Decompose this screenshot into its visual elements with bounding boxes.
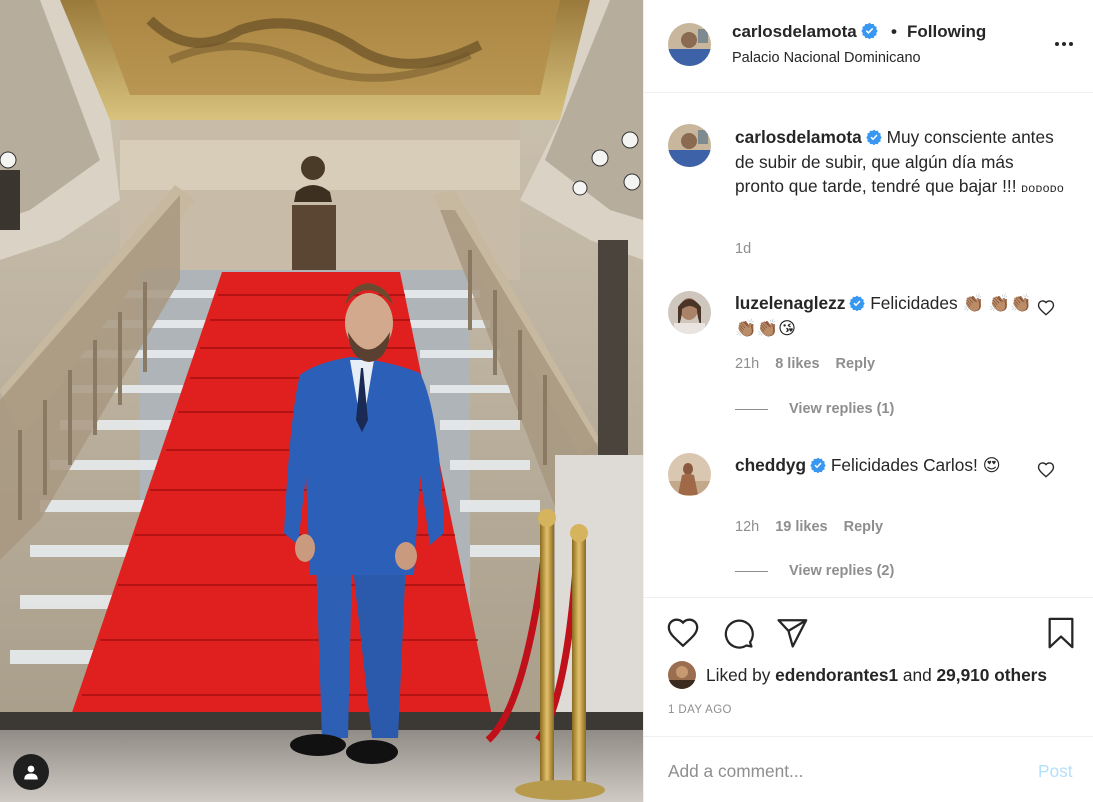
view-replies-button[interactable]: View replies (1) — [735, 401, 894, 417]
comment-composer: Post — [644, 736, 1093, 802]
liked-by-middle: and — [898, 664, 937, 685]
heart-icon[interactable] — [666, 616, 700, 650]
more-options-icon[interactable] — [1051, 36, 1077, 52]
replies-divider — [735, 408, 768, 410]
person-icon — [24, 765, 38, 780]
post-panel: carlosdelamota • Following Palacio Nacio… — [643, 0, 1093, 802]
post-caption: carlosdelamota Muy consciente antes de s… — [735, 125, 1065, 201]
reply-button[interactable]: Reply — [844, 519, 884, 535]
liker-avatar[interactable] — [668, 661, 696, 689]
commenter-avatar-image — [668, 291, 711, 334]
comment-likes[interactable]: 19 likes — [775, 519, 827, 535]
heart-icon[interactable] — [1037, 299, 1055, 317]
commenter-username[interactable]: cheddyg — [735, 455, 806, 475]
verified-badge-icon — [849, 295, 866, 311]
following-button[interactable]: Following — [907, 22, 986, 42]
comment-likes[interactable]: 8 likes — [775, 356, 819, 372]
photo-scene — [0, 0, 643, 802]
view-replies-label: View replies (2) — [789, 563, 895, 579]
post-date[interactable]: 1 DAY AGO — [668, 704, 732, 716]
caption-author-avatar-image — [668, 124, 711, 167]
author-username-text[interactable]: carlosdelamota — [732, 22, 857, 41]
comments-section[interactable]: carlosdelamota Muy consciente antes de s… — [644, 94, 1093, 597]
caption-username[interactable]: carlosdelamota — [735, 127, 862, 147]
reply-button[interactable]: Reply — [836, 356, 876, 372]
liker-avatar-image — [668, 661, 696, 689]
verified-badge-icon — [861, 22, 878, 39]
commenter-avatar[interactable] — [668, 453, 711, 496]
comment-text: cheddyg Felicidades Carlos! 😍 — [735, 453, 1035, 478]
liker-username[interactable]: edendorantes1 — [775, 665, 898, 686]
comment-input[interactable] — [668, 757, 1008, 785]
commenter-username[interactable]: luzelenaglezz — [735, 293, 845, 313]
heart-icon[interactable] — [1037, 461, 1055, 479]
bookmark-icon[interactable] — [1044, 616, 1078, 650]
comment-body: Felicidades Carlos! 😍 — [826, 455, 1001, 475]
liked-by: Liked by edendorantes1 and 29,910 others — [668, 661, 1047, 689]
comment-timestamp[interactable]: 12h — [735, 519, 759, 535]
verified-badge-icon — [810, 457, 826, 473]
author-username[interactable]: carlosdelamota — [732, 22, 878, 42]
share-icon[interactable] — [775, 616, 809, 650]
caption-suffix: ᴅᴏᴅᴏᴅᴏ — [1021, 181, 1065, 195]
liked-by-prefix: Liked by — [706, 664, 776, 685]
comment-meta: 21h 8 likes Reply — [735, 356, 891, 372]
post-comment-button[interactable]: Post — [1038, 761, 1073, 782]
replies-divider — [735, 570, 768, 572]
header-separator-dot: • — [891, 22, 897, 41]
comment-icon[interactable] — [721, 616, 755, 650]
view-replies-label: View replies (1) — [789, 401, 895, 417]
caption-author-avatar[interactable] — [668, 124, 711, 167]
post-photo[interactable] — [0, 0, 643, 802]
commenter-avatar-image — [668, 453, 711, 496]
comment-meta: 12h 19 likes Reply — [735, 519, 899, 535]
likes-count-button[interactable]: 29,910 others — [937, 665, 1047, 686]
view-replies-button[interactable]: View replies (2) — [735, 563, 894, 579]
commenter-avatar[interactable] — [668, 291, 711, 334]
author-avatar[interactable] — [668, 23, 711, 66]
comment-timestamp[interactable]: 21h — [735, 356, 759, 372]
caption-timestamp[interactable]: 1d — [735, 241, 751, 257]
post-location[interactable]: Palacio Nacional Dominicano — [732, 50, 921, 66]
verified-badge-icon — [866, 129, 882, 145]
tagged-users-button[interactable] — [13, 754, 49, 790]
comment-text: luzelenaglezz Felicidades 👏🏽 👏🏽👏🏽👏🏽👏🏽😘 — [735, 291, 1035, 340]
post-header: carlosdelamota • Following Palacio Nacio… — [644, 0, 1093, 93]
author-avatar-image — [668, 23, 711, 66]
